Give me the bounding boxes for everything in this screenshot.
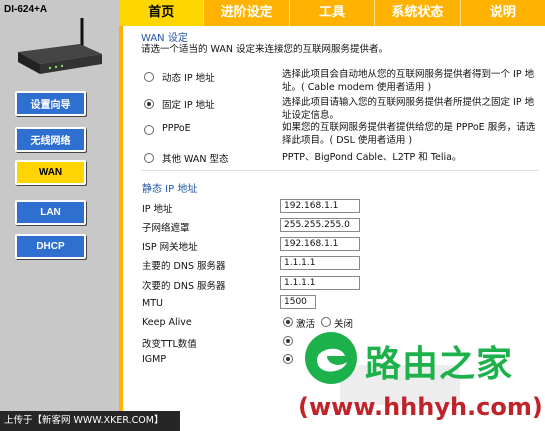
radio-other-wan[interactable] — [144, 153, 154, 163]
field-label: 次要的 DNS 服务器 — [142, 281, 226, 292]
nav-wan[interactable]: WAN — [15, 160, 86, 185]
field-label: ISP 网关地址 — [142, 242, 198, 253]
option-desc-line: PPTP、BigPond Cable、L2TP 和 Telia。 — [282, 152, 462, 163]
watermark-logo-icon — [305, 332, 357, 384]
radio-pppoe[interactable] — [144, 125, 154, 135]
igmp-on-radio[interactable] — [283, 354, 293, 364]
option-desc-line: 选择此项目会自动地从您的互联网服务提供者得到一个 IP 地 — [282, 69, 535, 80]
section-divider — [141, 170, 539, 171]
keep-alive-label: Keep Alive — [142, 317, 192, 328]
option-desc: 选择此项目请输入您的互联网服务提供者所提供之固定 IP 地址设定信息。 — [282, 96, 537, 122]
nav-label: 设置向导 — [30, 100, 71, 111]
nav-dhcp[interactable]: DHCP — [15, 234, 86, 259]
secondary-dns-input[interactable]: 1.1.1.1 — [280, 276, 360, 290]
nav-setup-wizard[interactable]: 设置向导 — [15, 91, 86, 116]
option-desc-line: 选择此项目请输入您的互联网服务提供者所提供之固定 IP 地 — [282, 97, 535, 108]
option-label: 其他 WAN 型态 — [162, 154, 229, 165]
nav-label: WAN — [38, 167, 63, 178]
field-label: 主要的 DNS 服务器 — [142, 261, 226, 272]
top-tabs: 首页 进阶设定 工具 系统状态 说明 — [119, 0, 545, 26]
option-desc: 选择此项目会自动地从您的互联网服务提供者得到一个 IP 地址。( Cable m… — [282, 68, 537, 94]
field-label: MTU — [142, 298, 163, 309]
router-image — [18, 18, 102, 74]
ip-address-input[interactable]: 192.168.1.1 — [280, 199, 360, 213]
mtu-input[interactable]: 1500 — [280, 295, 316, 309]
radio-static-ip[interactable] — [144, 99, 154, 109]
option-label: 固定 IP 地址 — [162, 100, 215, 111]
wan-description: 请选一个适当的 WAN 设定来连接您的互联网服务提供者。 — [141, 44, 389, 55]
nav-label: 无线网络 — [30, 136, 71, 147]
tab-status[interactable]: 系统状态 — [374, 0, 459, 26]
keep-alive-off-label: 关闭 — [334, 319, 354, 330]
option-label: 动态 IP 地址 — [162, 73, 215, 84]
nav-label: LAN — [40, 207, 61, 218]
field-label: IP 地址 — [142, 204, 173, 215]
ttl-on-radio[interactable] — [283, 336, 293, 346]
igmp-label: IGMP — [142, 354, 167, 365]
sidebar: DI-624+A 设置向导 无线网络 WAN LAN DHCP — [0, 0, 119, 411]
gateway-input[interactable]: 192.168.1.1 — [280, 237, 360, 251]
radio-dynamic-ip[interactable] — [144, 72, 154, 82]
subnet-mask-input[interactable]: 255.255.255.0 — [280, 218, 360, 232]
option-desc-line: 址。( Cable modem 使用者适用 ) — [282, 82, 432, 93]
field-label: 子网络遮罩 — [142, 223, 190, 234]
tab-tools[interactable]: 工具 — [288, 0, 374, 26]
option-label: PPPoE — [162, 123, 191, 134]
keep-alive-on-label: 激活 — [296, 319, 316, 330]
keep-alive-on-radio[interactable] — [283, 317, 293, 327]
option-desc: 如果您的互联网服务提供者提供给您的是 PPPoE 服务，请选 择此项目。( DSL… — [282, 121, 537, 147]
option-desc: PPTP、BigPond Cable、L2TP 和 Telia。 — [282, 151, 537, 164]
nav-label: DHCP — [36, 241, 65, 252]
keep-alive-off-radio[interactable] — [321, 317, 331, 327]
primary-dns-input[interactable]: 1.1.1.1 — [280, 256, 360, 270]
upload-footer: 上传于【新客网 WWW.XKER.COM】 — [0, 411, 180, 431]
tab-advanced[interactable]: 进阶设定 — [203, 0, 288, 26]
tab-help[interactable]: 说明 — [459, 0, 545, 26]
option-desc-line: 如果您的互联网服务提供者提供给您的是 PPPoE 服务，请选 — [282, 122, 536, 133]
divider — [119, 26, 123, 411]
tab-home[interactable]: 首页 — [119, 0, 204, 26]
watermark-url: (www.hhhyh.com) — [298, 393, 543, 421]
ttl-label: 改变TTL数值 — [142, 339, 197, 350]
nav-wireless[interactable]: 无线网络 — [15, 127, 86, 152]
option-desc-line: 择此项目。( DSL 使用者适用 ) — [282, 135, 413, 146]
nav-lan[interactable]: LAN — [15, 200, 86, 225]
watermark-text: 路由之家 — [365, 344, 514, 385]
static-ip-title: 静态 IP 地址 — [142, 184, 198, 195]
